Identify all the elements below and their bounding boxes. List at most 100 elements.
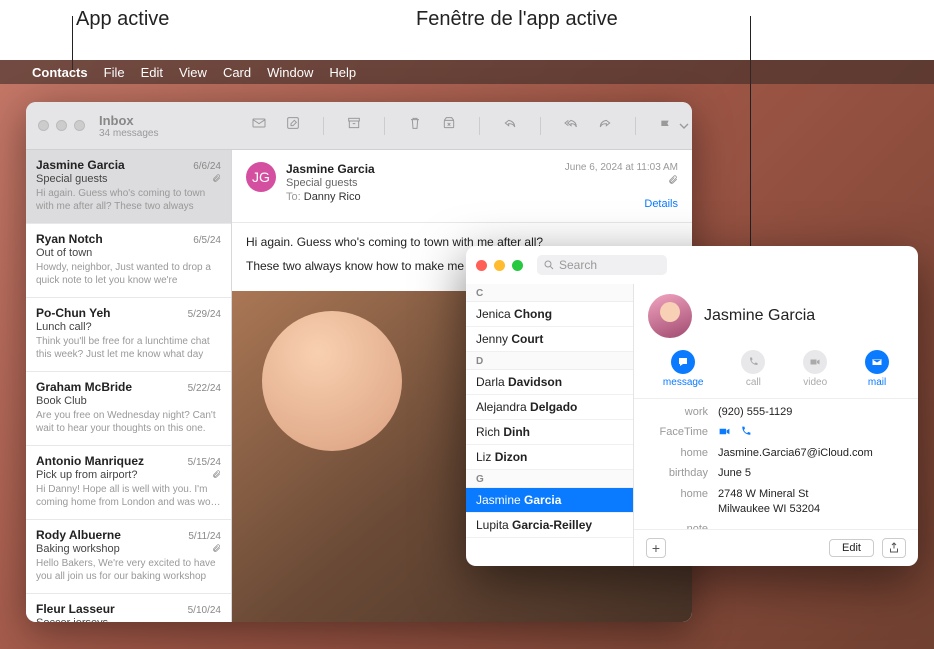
menu-help[interactable]: Help bbox=[329, 65, 356, 80]
mail-sender: Fleur Lasseur bbox=[36, 602, 115, 616]
card-row: FaceTime bbox=[648, 425, 904, 440]
menu-file[interactable]: File bbox=[104, 65, 125, 80]
mail-list-item[interactable]: Fleur Lasseur 5/10/24 Soccer jerseys Are… bbox=[26, 594, 231, 622]
mail-preview: Howdy, neighbor, Just wanted to drop a q… bbox=[36, 261, 221, 287]
content-to: To: Danny Rico bbox=[286, 191, 565, 203]
forward-icon[interactable] bbox=[597, 115, 613, 136]
menubar: Contacts File Edit View Card Window Help bbox=[0, 60, 934, 84]
paperclip-icon bbox=[212, 470, 221, 481]
paperclip-icon bbox=[212, 174, 221, 185]
contacts-list[interactable]: CJenica ChongJenny CourtDDarla DavidsonA… bbox=[466, 284, 634, 566]
contacts-section-header: D bbox=[466, 352, 633, 370]
facetime-icons[interactable] bbox=[718, 425, 752, 440]
mail-minimize-button[interactable] bbox=[56, 120, 67, 131]
mail-preview: Think you'll be free for a lunchtime cha… bbox=[36, 335, 221, 361]
mail-sender: Po-Chun Yeh bbox=[36, 306, 110, 320]
phone-icon bbox=[741, 350, 765, 374]
menu-window[interactable]: Window bbox=[267, 65, 313, 80]
mail-close-button[interactable] bbox=[38, 120, 49, 131]
menu-view[interactable]: View bbox=[179, 65, 207, 80]
paperclip-icon bbox=[212, 544, 221, 555]
mail-sender: Rody Albuerne bbox=[36, 528, 121, 542]
menu-edit[interactable]: Edit bbox=[141, 65, 163, 80]
junk-icon[interactable] bbox=[441, 115, 457, 136]
card-label: home bbox=[648, 487, 708, 518]
content-date: June 6, 2024 at 11:03 AM bbox=[565, 162, 678, 173]
menu-card[interactable]: Card bbox=[223, 65, 251, 80]
card-label: home bbox=[648, 446, 708, 461]
annotation-label-left: App active bbox=[76, 8, 169, 31]
contact-card: Jasmine Garcia message call video mail bbox=[634, 284, 918, 566]
add-button[interactable]: + bbox=[646, 538, 666, 558]
envelope-icon[interactable] bbox=[251, 115, 267, 136]
mail-list-item[interactable]: Rody Albuerne 5/11/24 Baking workshop He… bbox=[26, 520, 231, 594]
card-label: note bbox=[648, 522, 708, 529]
card-value: 2748 W Mineral StMilwaukee WI 53204 bbox=[718, 487, 820, 518]
mail-sender: Jasmine Garcia bbox=[36, 158, 125, 172]
contacts-list-item[interactable]: Lupita Garcia-Reilley bbox=[466, 513, 633, 538]
mail-toolbar: Inbox 34 messages bbox=[26, 102, 692, 150]
video-action[interactable]: video bbox=[803, 350, 827, 388]
contacts-traffic-lights bbox=[476, 260, 523, 271]
mail-icon bbox=[865, 350, 889, 374]
compose-icon[interactable] bbox=[285, 115, 301, 136]
contacts-list-item[interactable]: Liz Dizon bbox=[466, 445, 633, 470]
share-button[interactable] bbox=[882, 538, 906, 558]
contacts-minimize-button[interactable] bbox=[494, 260, 505, 271]
contacts-window: Search CJenica ChongJenny CourtDDarla Da… bbox=[466, 246, 918, 566]
content-subject: Special guests bbox=[286, 177, 565, 189]
mail-list-item[interactable]: Antonio Manriquez 5/15/24 Pick up from a… bbox=[26, 446, 231, 520]
mail-message-list[interactable]: Jasmine Garcia 6/6/24 Special guests Hi … bbox=[26, 150, 232, 622]
reply-all-icon[interactable] bbox=[563, 115, 579, 136]
contacts-list-item[interactable]: Jenny Court bbox=[466, 327, 633, 352]
card-value: June 5 bbox=[718, 466, 751, 481]
contact-name: Jasmine Garcia bbox=[704, 307, 815, 325]
contacts-list-item[interactable]: Rich Dinh bbox=[466, 420, 633, 445]
details-link[interactable]: Details bbox=[565, 198, 678, 210]
mail-action[interactable]: mail bbox=[865, 350, 889, 388]
trash-icon[interactable] bbox=[407, 115, 423, 136]
card-label: birthday bbox=[648, 466, 708, 481]
mail-list-item[interactable]: Po-Chun Yeh 5/29/24 Lunch call? Think yo… bbox=[26, 298, 231, 372]
mail-list-item[interactable]: Graham McBride 5/22/24 Book Club Are you… bbox=[26, 372, 231, 446]
content-from: Jasmine Garcia bbox=[286, 162, 565, 176]
card-row: work(920) 555-1129 bbox=[648, 405, 904, 420]
reply-icon[interactable] bbox=[502, 115, 518, 136]
annotation-line-right bbox=[750, 16, 751, 256]
contacts-maximize-button[interactable] bbox=[512, 260, 523, 271]
card-row: homeJasmine.Garcia67@iCloud.com bbox=[648, 446, 904, 461]
video-icon bbox=[803, 350, 827, 374]
mail-list-item[interactable]: Jasmine Garcia 6/6/24 Special guests Hi … bbox=[26, 150, 231, 224]
mail-subject: Book Club bbox=[36, 395, 87, 407]
contacts-close-button[interactable] bbox=[476, 260, 487, 271]
call-action[interactable]: call bbox=[741, 350, 765, 388]
contacts-section-header: G bbox=[466, 470, 633, 488]
mail-maximize-button[interactable] bbox=[74, 120, 85, 131]
card-row: birthday June 5 bbox=[648, 466, 904, 481]
flag-icon[interactable] bbox=[658, 118, 692, 134]
mail-traffic-lights bbox=[38, 120, 85, 131]
mail-date: 6/5/24 bbox=[193, 235, 221, 246]
mail-subject: Special guests bbox=[36, 173, 108, 185]
contacts-titlebar: Search bbox=[466, 246, 918, 284]
menu-app-name[interactable]: Contacts bbox=[32, 65, 88, 80]
contact-avatar bbox=[648, 294, 692, 338]
contacts-list-item[interactable]: Jasmine Garcia bbox=[466, 488, 633, 513]
message-icon bbox=[671, 350, 695, 374]
card-value: (920) 555-1129 bbox=[718, 405, 792, 420]
contacts-list-item[interactable]: Jenica Chong bbox=[466, 302, 633, 327]
archive-icon[interactable] bbox=[346, 115, 362, 136]
mail-list-item[interactable]: Ryan Notch 6/5/24 Out of town Howdy, nei… bbox=[26, 224, 231, 298]
message-action[interactable]: message bbox=[663, 350, 704, 388]
mail-date: 6/6/24 bbox=[193, 161, 221, 172]
edit-button[interactable]: Edit bbox=[829, 539, 874, 557]
mail-preview: Are you free on Wednesday night? Can't w… bbox=[36, 409, 221, 435]
contacts-list-item[interactable]: Darla Davidson bbox=[466, 370, 633, 395]
mail-subject: Soccer jerseys bbox=[36, 617, 108, 622]
mail-date: 5/29/24 bbox=[188, 309, 221, 320]
contacts-list-item[interactable]: Alejandra Delgado bbox=[466, 395, 633, 420]
attachment-icon bbox=[565, 175, 678, 188]
contacts-search-input[interactable]: Search bbox=[537, 255, 667, 275]
mail-preview: Hi again. Guess who's coming to town wit… bbox=[36, 187, 221, 213]
mail-date: 5/11/24 bbox=[188, 531, 221, 542]
